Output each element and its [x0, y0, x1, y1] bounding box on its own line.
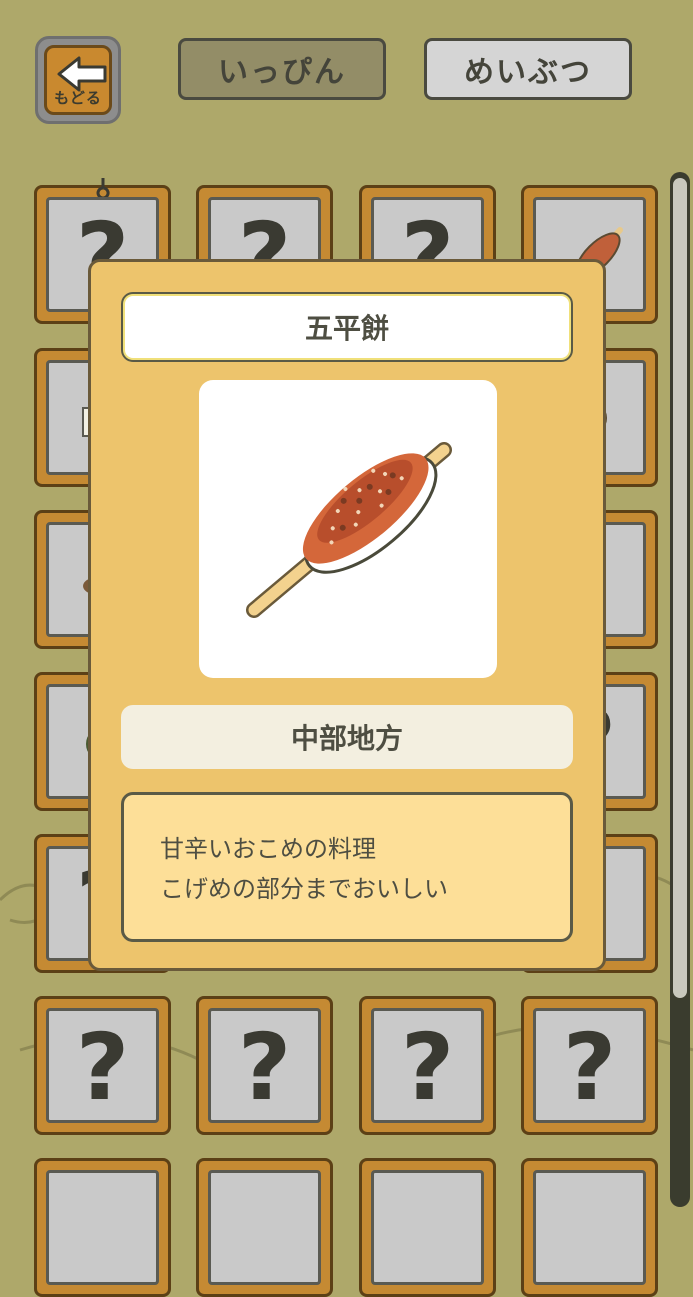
- collection-card[interactable]: [196, 1158, 333, 1297]
- description-line: こげめの部分までおいしい: [160, 875, 448, 903]
- scrollbar-thumb[interactable]: [673, 178, 687, 998]
- unknown-item-icon: ?: [237, 1013, 292, 1121]
- card-slot: [371, 1170, 484, 1285]
- card-slot: ?: [208, 1008, 321, 1123]
- item-image-frame: [199, 380, 497, 678]
- gohei-mochi-skewer-icon: [246, 442, 452, 618]
- card-slot: [46, 1170, 159, 1285]
- unknown-item-icon: ?: [562, 1013, 617, 1121]
- collection-card[interactable]: [359, 1158, 496, 1297]
- unknown-item-icon: ?: [75, 1013, 130, 1121]
- unknown-item-icon: ?: [400, 1013, 455, 1121]
- item-detail-modal[interactable]: 五平餅 中部地方 甘辛いおこめの料理 こげめの部分までおいしい: [88, 259, 606, 971]
- card-slot: ?: [371, 1008, 484, 1123]
- collection-card[interactable]: ?: [521, 996, 658, 1135]
- collection-card[interactable]: ?: [34, 996, 171, 1135]
- collection-card[interactable]: ?: [359, 996, 496, 1135]
- item-region: 中部地方: [121, 705, 573, 769]
- card-slot: ?: [46, 1008, 159, 1123]
- card-slot: [208, 1170, 321, 1285]
- collection-card[interactable]: [521, 1158, 658, 1297]
- collection-card[interactable]: [34, 1158, 171, 1297]
- collection-card[interactable]: ?: [196, 996, 333, 1135]
- card-slot: ?: [533, 1008, 646, 1123]
- item-name: 五平餅: [121, 292, 573, 362]
- description-line: 甘辛いおこめの料理: [160, 835, 376, 863]
- item-description: 甘辛いおこめの料理 こげめの部分までおいしい: [121, 792, 573, 942]
- card-slot: [533, 1170, 646, 1285]
